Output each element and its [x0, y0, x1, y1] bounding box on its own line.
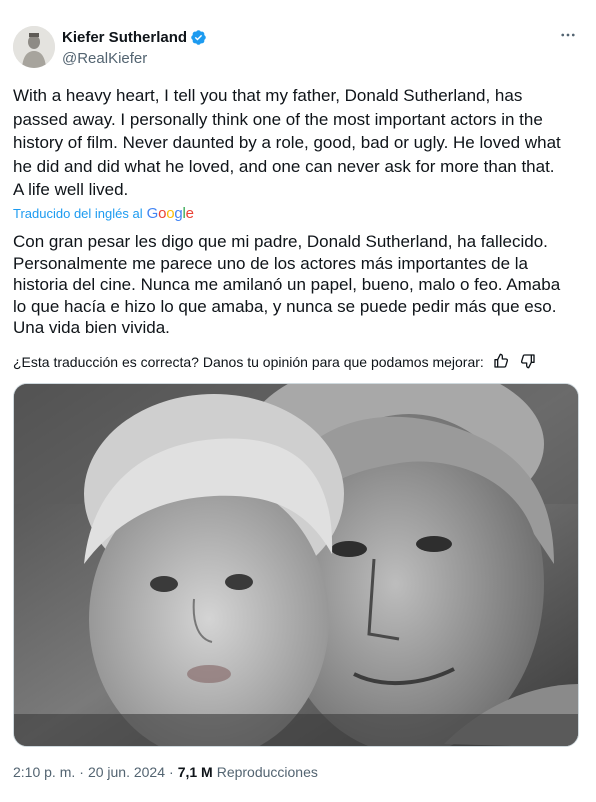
tweet-time[interactable]: 2:10 p. m. [13, 764, 75, 780]
verified-badge-icon[interactable] [190, 29, 207, 46]
thumbs-down-button[interactable] [518, 352, 538, 372]
author-handle[interactable]: @RealKiefer [62, 50, 147, 67]
translation-attribution: Traducido del inglés al Google [13, 205, 194, 222]
meta-separator: · [79, 764, 84, 780]
views-count: 7,1 M [177, 764, 213, 780]
translated-label[interactable]: Traducido del inglés al [13, 206, 143, 221]
meta-separator: · [169, 764, 174, 780]
black-and-white-photo [14, 384, 578, 746]
thumbs-up-button[interactable] [491, 352, 511, 372]
tweet-header: Kiefer Sutherland @RealKiefer [13, 26, 583, 70]
google-logo: Google [146, 205, 194, 222]
more-options-button[interactable] [557, 26, 579, 48]
views-label: Reproducciones [216, 764, 318, 780]
author-display-name[interactable]: Kiefer Sutherland [62, 29, 187, 46]
thumbs-up-icon [493, 353, 509, 372]
tweet-date[interactable]: 20 jun. 2024 [88, 764, 165, 780]
more-horizontal-icon [559, 26, 577, 49]
tweet-text: With a heavy heart, I tell you that my f… [13, 86, 561, 199]
translated-tweet-text: Con gran pesar les digo que mi padre, Do… [13, 232, 561, 337]
avatar[interactable] [13, 26, 55, 68]
tweet-metadata: 2:10 p. m. · 20 jun. 2024 · 7,1 M Reprod… [13, 764, 318, 780]
feedback-prompt: ¿Esta traducción es correcta? Danos tu o… [13, 354, 484, 370]
thumbs-down-icon [520, 353, 536, 372]
tweet-photo[interactable] [13, 383, 579, 747]
translation-feedback: ¿Esta traducción es correcta? Danos tu o… [13, 352, 538, 372]
